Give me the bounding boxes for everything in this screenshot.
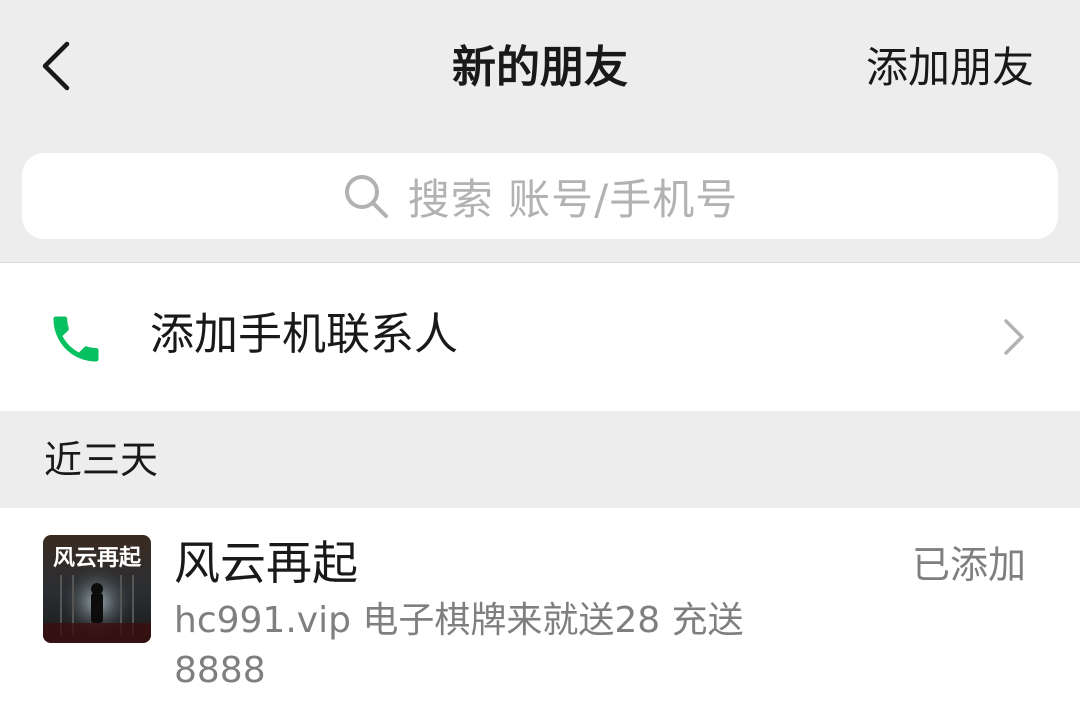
add-friend-button[interactable]: 添加朋友 — [866, 38, 1034, 98]
chevron-right-icon — [996, 317, 1032, 357]
search-icon — [342, 172, 390, 220]
nav-bar: 新的朋友 添加朋友 — [0, 0, 1080, 136]
section-header: 近三天 — [0, 411, 1080, 508]
friend-message: hc991.vip 电子棋牌来就送28 充送8888 — [174, 600, 744, 691]
add-phone-contacts-label: 添加手机联系人 — [150, 309, 458, 360]
friend-name: 风云再起 — [174, 536, 358, 590]
avatar-title: 风云再起 — [53, 545, 142, 571]
search-placeholder: 搜索 账号/手机号 — [407, 174, 739, 224]
phone-icon — [46, 309, 106, 369]
search-input[interactable]: 搜索 账号/手机号 — [22, 153, 1058, 239]
add-phone-contacts-row[interactable]: 添加手机联系人 — [0, 263, 1080, 411]
avatar[interactable]: 风云再起 — [43, 535, 151, 643]
section-title: 近三天 — [44, 438, 159, 482]
added-status: 已添加 — [911, 543, 1026, 587]
